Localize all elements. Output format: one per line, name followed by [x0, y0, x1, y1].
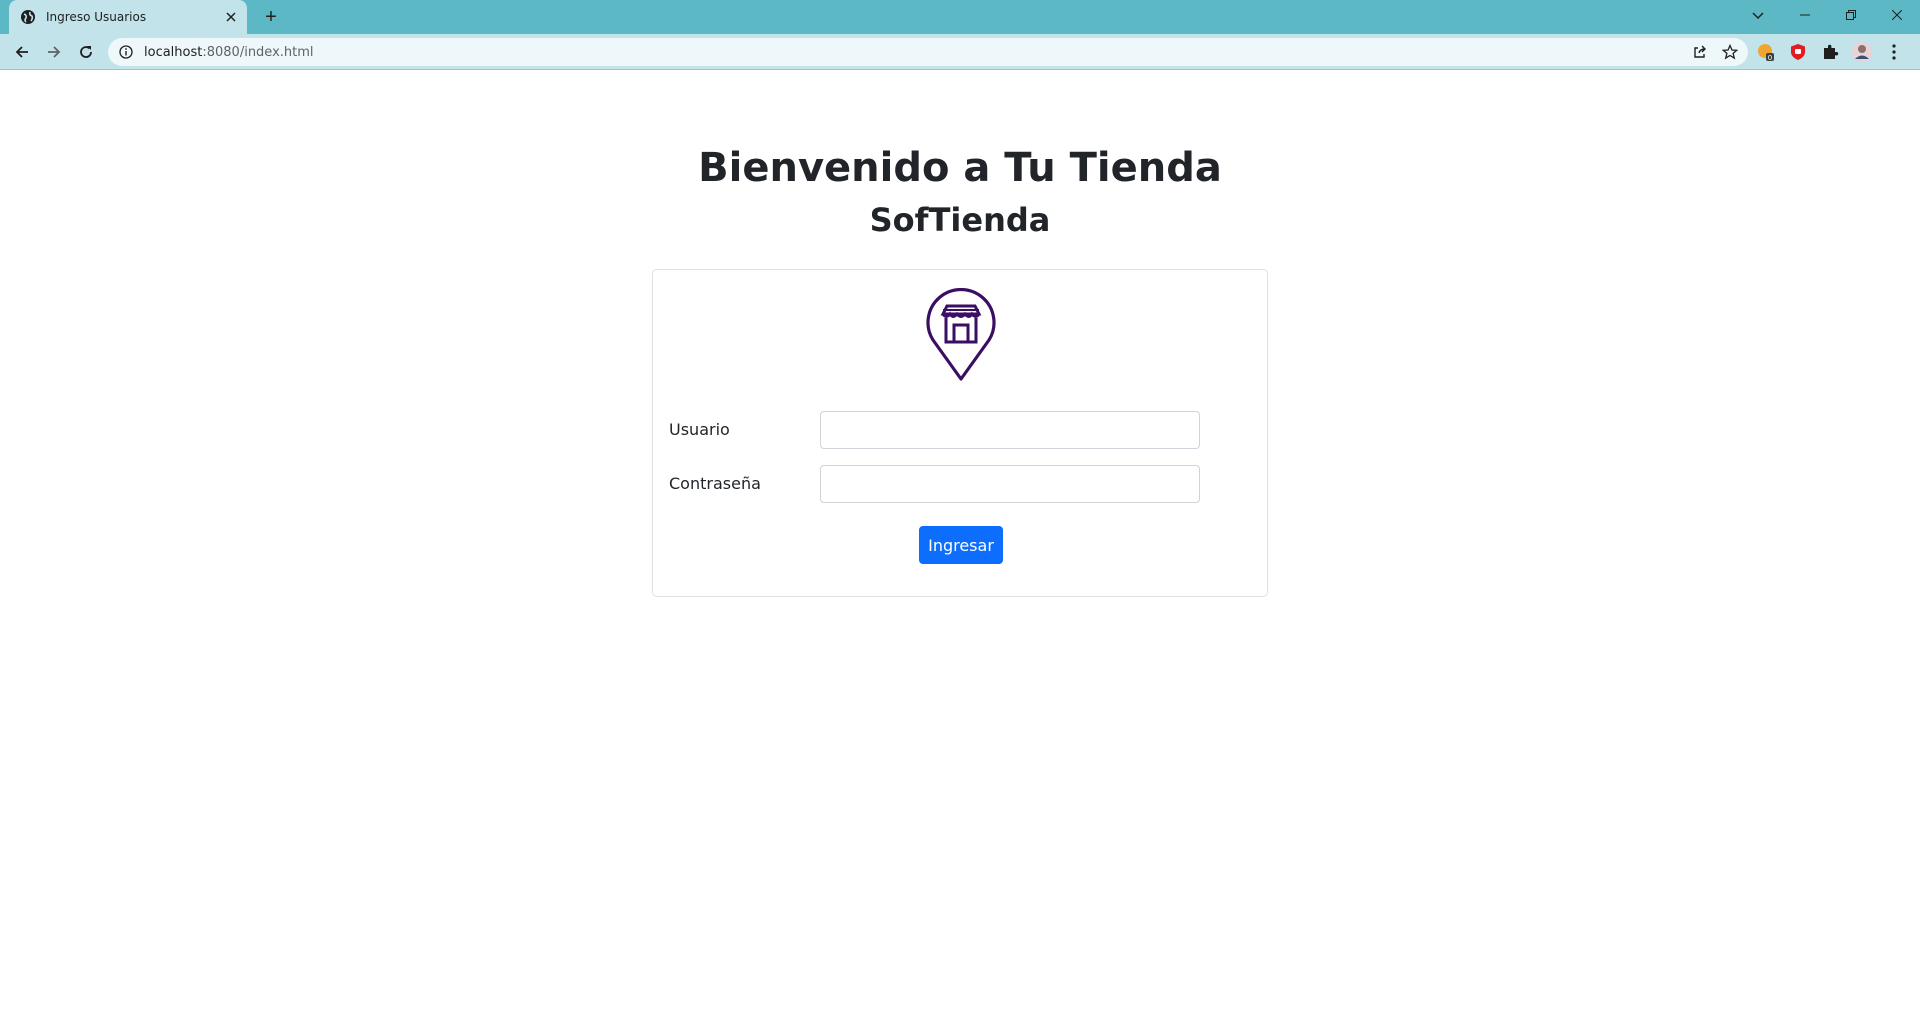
puzzle-icon[interactable]: [1816, 38, 1844, 66]
address-bar[interactable]: localhost:8080/index.html: [108, 38, 1748, 66]
site-info-icon[interactable]: [118, 44, 134, 60]
profile-avatar[interactable]: [1848, 38, 1876, 66]
back-arrow-icon[interactable]: [8, 38, 36, 66]
address-url: localhost:8080/index.html: [144, 45, 314, 60]
globe-icon: [20, 9, 36, 25]
extension-badge-icon[interactable]: 0: [1752, 38, 1780, 66]
tab-search-chevron-icon[interactable]: [1746, 4, 1770, 28]
password-label: Contraseña: [669, 474, 761, 493]
username-input[interactable]: [820, 411, 1200, 449]
url-path: :8080/index.html: [202, 44, 314, 60]
store-location-pin-icon: [925, 287, 997, 382]
window-controls: [1782, 0, 1920, 30]
star-icon[interactable]: [1718, 40, 1742, 64]
browser-toolbar: localhost:8080/index.html 0: [0, 34, 1920, 70]
reload-icon[interactable]: [72, 38, 100, 66]
login-submit-button[interactable]: Ingresar: [919, 526, 1003, 564]
username-row: Usuario: [669, 411, 1229, 449]
shield-extension-icon[interactable]: [1784, 38, 1812, 66]
page-subtitle: SofTienda: [869, 201, 1051, 239]
password-row: Contraseña: [669, 465, 1229, 503]
forward-arrow-icon[interactable]: [40, 38, 68, 66]
svg-text:0: 0: [1768, 54, 1772, 62]
minimize-icon[interactable]: [1782, 0, 1828, 30]
page-content: Bienvenido a Tu Tienda SofTienda Usuario…: [0, 71, 1920, 1032]
tab-title: Ingreso Usuarios: [46, 10, 147, 24]
browser-tab-active[interactable]: Ingreso Usuarios: [9, 0, 247, 34]
url-host: localhost: [144, 44, 203, 60]
menu-kebab-icon[interactable]: [1880, 38, 1908, 66]
password-input[interactable]: [820, 465, 1200, 503]
browser-tab-strip: Ingreso Usuarios +: [0, 0, 1920, 34]
new-tab-button[interactable]: +: [260, 6, 282, 28]
username-label: Usuario: [669, 420, 730, 439]
tab-close-icon[interactable]: [223, 9, 239, 25]
restore-icon[interactable]: [1828, 0, 1874, 30]
close-window-icon[interactable]: [1874, 0, 1920, 30]
page-title: Bienvenido a Tu Tienda: [698, 145, 1222, 191]
share-icon[interactable]: [1688, 40, 1712, 64]
login-card: Usuario Contraseña Ingresar: [652, 269, 1268, 597]
